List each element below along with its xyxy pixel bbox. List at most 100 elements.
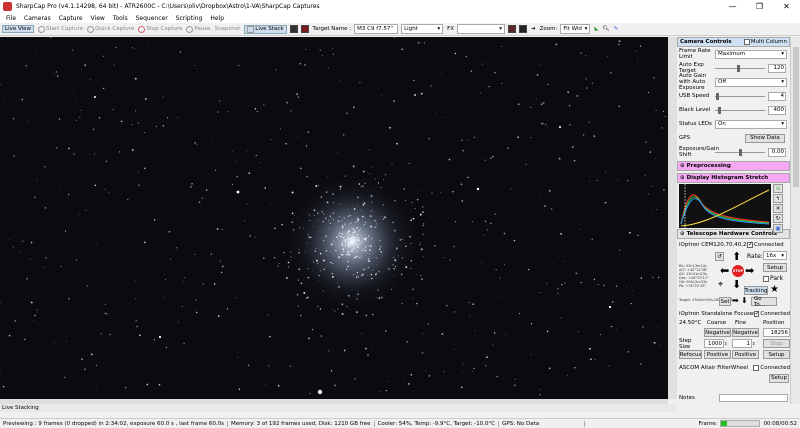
exposure-gain-shift-slider[interactable]: [715, 148, 765, 157]
sync-right-icon[interactable]: ➡: [732, 296, 739, 305]
coarse-negative-button[interactable]: Negative: [704, 328, 731, 337]
auto-gain-select[interactable]: Off ▾: [715, 77, 787, 87]
focuser-connected-checkbox[interactable]: [753, 310, 759, 317]
slider-knob[interactable]: [739, 148, 742, 156]
close-button[interactable]: ✕: [773, 0, 800, 13]
menu-scripting[interactable]: Scripting: [176, 15, 203, 22]
star: [153, 219, 156, 221]
multi-column-checkbox[interactable]: [743, 39, 750, 45]
arrow-right-icon[interactable]: ➡: [745, 265, 754, 276]
histogram-icon[interactable]: ◣: [594, 26, 598, 32]
star: [401, 303, 403, 305]
lightning-icon[interactable]: ϟ: [773, 194, 783, 203]
refocus-button[interactable]: Refocus: [679, 350, 702, 359]
target-name-input[interactable]: M3 C9 f7.57“: [354, 24, 399, 34]
frame-rate-select[interactable]: Maximum ▾: [715, 49, 787, 59]
set-button[interactable]: Set: [719, 297, 731, 306]
auto-stretch-icon[interactable]: ⊙: [773, 184, 783, 193]
goto-button[interactable]: Go To...: [751, 296, 777, 308]
menu-file[interactable]: File: [6, 15, 16, 22]
coarse-positive-button[interactable]: Positive: [704, 350, 731, 359]
black-level-slider[interactable]: [715, 106, 765, 115]
show-data-button[interactable]: Show Data: [745, 133, 785, 143]
notes-input[interactable]: [719, 394, 788, 402]
live-stack-button[interactable]: Live Stack: [244, 24, 287, 34]
fine-positive-button[interactable]: Positive: [732, 350, 759, 359]
red-swatch-icon[interactable]: [300, 25, 309, 33]
reset-icon[interactable]: ✕: [773, 204, 783, 213]
reverse-icon[interactable]: ↺: [715, 252, 724, 261]
mount-connected-checkbox[interactable]: [747, 241, 753, 248]
auto-exp-slider[interactable]: [715, 64, 765, 73]
usb-speed-input[interactable]: 4: [768, 91, 786, 101]
slider-knob[interactable]: [718, 106, 721, 114]
step-spinner-icon[interactable]: ⇕: [724, 341, 731, 346]
step-size-input[interactable]: 1000: [704, 339, 724, 348]
black-level-input[interactable]: 400: [768, 105, 786, 115]
refresh-icon[interactable]: ↻: [773, 214, 783, 223]
star: [546, 282, 548, 284]
menu-sequencer[interactable]: Sequencer: [136, 15, 168, 22]
star: [361, 237, 363, 239]
stop-button[interactable]: STOP: [732, 265, 744, 277]
camera-controls-header[interactable]: Camera Controls Multi Column: [677, 37, 790, 47]
tracking-button[interactable]: Tracking: [744, 286, 768, 295]
menu-help[interactable]: Help: [210, 15, 224, 22]
menu-cameras[interactable]: Cameras: [24, 15, 51, 22]
sync-down-icon[interactable]: ⬇: [741, 296, 748, 305]
menu-capture[interactable]: Capture: [59, 15, 83, 22]
histogram-header[interactable]: ⊙ Display Histogram Stretch: [677, 173, 790, 183]
status-leds-select[interactable]: On ▾: [715, 119, 787, 129]
fine-spinner-icon[interactable]: ⇕: [752, 341, 759, 346]
quick-capture-button[interactable]: Quick Capture: [87, 25, 134, 33]
snapshot-button[interactable]: Snapshot: [215, 26, 241, 32]
fine-step-input[interactable]: 1: [732, 339, 752, 348]
arrow-down-icon[interactable]: ⬇: [732, 279, 741, 290]
magnifier-icon[interactable]: 🔍︎: [603, 26, 610, 32]
filterwheel-setup-button[interactable]: Setup: [769, 373, 789, 383]
start-capture-button[interactable]: Start Capture: [38, 25, 83, 33]
scrollbar-thumb[interactable]: [793, 47, 799, 187]
crosshair-icon[interactable]: ⌖: [718, 280, 723, 291]
arrow-icon[interactable]: ➜: [531, 26, 536, 32]
fx-select[interactable]: ▾: [457, 24, 506, 34]
focuser-position-input[interactable]: 18256: [763, 328, 790, 337]
slider-knob[interactable]: [716, 92, 719, 100]
slider-knob[interactable]: [737, 64, 740, 72]
pipette-icon[interactable]: ✎: [614, 26, 619, 32]
menu-view[interactable]: View: [91, 15, 105, 22]
focuser-stop-button[interactable]: Stop: [763, 339, 790, 348]
color-swatch-icon[interactable]: [289, 25, 298, 33]
histogram-view[interactable]: ⊙ ϟ ✕ ↻ ▣: [679, 184, 788, 233]
save-icon[interactable]: ▣: [773, 224, 783, 233]
menu-tools[interactable]: Tools: [113, 15, 128, 22]
exposure-gain-shift-input[interactable]: 0.00: [768, 147, 786, 157]
image-vertical-scrollbar[interactable]: [668, 37, 677, 399]
zoom-select[interactable]: Fit Wid ▾: [560, 24, 591, 34]
focuser-setup-button[interactable]: Setup: [763, 350, 790, 359]
maximize-button[interactable]: ❐: [746, 0, 773, 13]
rate-select[interactable]: 16x ▾: [763, 251, 787, 260]
frame-type-select[interactable]: Light ▾: [401, 24, 444, 34]
panel-scrollbar[interactable]: [790, 37, 800, 404]
park-control[interactable]: Park: [763, 275, 783, 282]
fine-negative-button[interactable]: Negative: [732, 328, 759, 337]
live-stacking-tab[interactable]: Live Stacking: [0, 404, 677, 412]
auto-exp-input[interactable]: 120: [768, 63, 786, 73]
image-view[interactable]: [0, 37, 668, 399]
live-view-button[interactable]: Live View: [2, 25, 35, 33]
arrow-up-icon[interactable]: ⬆: [732, 251, 741, 262]
dark-swatch-icon[interactable]: [508, 25, 517, 33]
mount-setup-button[interactable]: Setup: [763, 263, 787, 272]
star-icon[interactable]: ★: [770, 284, 779, 295]
minimize-button[interactable]: —: [719, 0, 746, 13]
stop-capture-button[interactable]: Stop Capture: [138, 25, 182, 33]
usb-speed-slider[interactable]: [715, 92, 765, 101]
pause-button[interactable]: Pause: [186, 25, 211, 33]
arrow-left-icon[interactable]: ⬅: [720, 265, 729, 276]
filterwheel-connected-checkbox[interactable]: [753, 364, 760, 371]
park-checkbox[interactable]: [763, 275, 769, 282]
star: [246, 203, 248, 205]
preprocessing-header[interactable]: ⊙ Preprocessing: [677, 161, 790, 171]
black-swatch-icon[interactable]: [519, 25, 528, 33]
